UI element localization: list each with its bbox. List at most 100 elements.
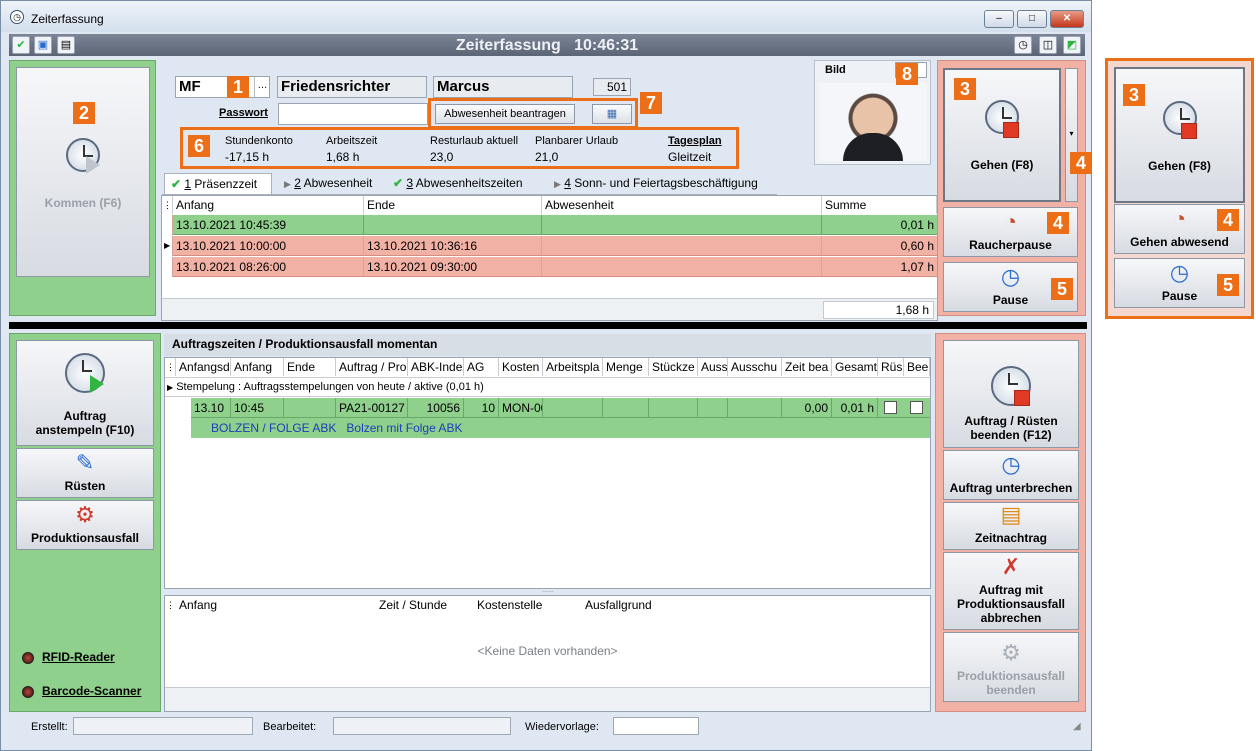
column-header[interactable]: Anfang: [173, 196, 364, 214]
barcode-scanner-link[interactable]: Barcode-Scanner: [22, 684, 141, 698]
column-header[interactable]: Auss: [698, 358, 728, 376]
column-header[interactable]: Kostenstelle: [474, 596, 582, 614]
kommen-button[interactable]: Kommen (F6): [16, 67, 150, 277]
column-header[interactable]: Anfang: [231, 358, 284, 376]
column-header[interactable]: Summe: [822, 196, 937, 214]
table-row[interactable]: 13.10.2021 10:45:39 0,01 h: [162, 215, 937, 235]
raucherpause-label: Raucherpause: [969, 238, 1052, 252]
play-icon: [86, 156, 100, 174]
column-header[interactable]: Zeit / Stunde: [376, 596, 474, 614]
column-header[interactable]: Abwesenheit: [542, 196, 822, 214]
column-header[interactable]: Rüs: [878, 358, 904, 376]
column-header[interactable]: Kosten: [499, 358, 543, 376]
toolbar: ✔ ▣ ▤ Zeiterfassung 10:46:31 ◷ ◫ ◩: [9, 34, 1085, 56]
group-row[interactable]: ▶ Stempelung : Auftragsstempelungen von …: [165, 377, 930, 397]
firstname-field: Marcus: [433, 76, 573, 98]
column-menu-icon[interactable]: ⋮: [165, 596, 176, 614]
auftrag-abbrechen-button[interactable]: ✗ Auftrag mit Produktionsausfall abbrech…: [943, 552, 1079, 630]
callout-gehen-label: Gehen (F8): [1148, 159, 1211, 173]
table-row[interactable]: 13.10.2021 08:26:00 13.10.2021 09:30:00 …: [162, 257, 937, 277]
badge-7: 7: [640, 92, 662, 114]
ruesten-button[interactable]: ✎ Rüsten: [16, 448, 154, 498]
stat-value: Gleitzeit: [668, 150, 712, 164]
callout-gehen-abwesend-label: Gehen abwesend: [1130, 235, 1229, 249]
beendet-checkbox[interactable]: [910, 401, 923, 414]
group-label: Stempelung : Auftragsstempelungen von he…: [176, 381, 484, 393]
column-header[interactable]: Arbeitspla: [543, 358, 603, 376]
cell-start: 10:45: [231, 398, 284, 418]
column-header[interactable]: Ausfallgrund: [582, 596, 732, 614]
section-divider: [9, 322, 1087, 329]
auftrag-beenden-button[interactable]: Auftrag / Rüsten beenden (F12): [943, 340, 1079, 448]
ruesten-checkbox[interactable]: [884, 401, 897, 414]
order-subtitle: BOLZEN / FOLGE ABK: [211, 421, 337, 435]
pa-beenden-label: Produktionsausfall beenden: [956, 669, 1066, 697]
lookup-button[interactable]: …: [254, 77, 270, 97]
export-icon[interactable]: ◩: [1063, 36, 1081, 54]
employee-photo: [819, 83, 927, 161]
cell-gesamt: 0,01 h: [832, 398, 878, 418]
box-icon[interactable]: ◫: [1039, 36, 1057, 54]
window-title: Zeiterfassung: [31, 12, 104, 26]
gear-error-icon: ⚙: [1001, 640, 1021, 665]
stat-value: 1,68 h: [326, 150, 360, 164]
column-header[interactable]: Zeit bea: [782, 358, 832, 376]
resize-grip-icon[interactable]: ◢: [1073, 721, 1081, 732]
stat-value: -17,15 h: [225, 150, 270, 164]
table-row[interactable]: 13.10 10:45 PA21-00127 10056 10 MON-00 0…: [191, 398, 930, 418]
column-header[interactable]: Bee: [904, 358, 930, 376]
stop-icon: [1003, 122, 1019, 138]
column-header[interactable]: Ende: [364, 196, 542, 214]
close-button[interactable]: ✕: [1050, 10, 1084, 28]
badge-3: 3: [1123, 84, 1145, 106]
column-header[interactable]: Anfang: [176, 596, 376, 614]
callout-pause-label: Pause: [1161, 289, 1198, 303]
auftrag-unterbrechen-button[interactable]: ◷ Auftrag unterbrechen: [943, 450, 1079, 500]
minimize-button[interactable]: –: [984, 10, 1014, 28]
tab-abwesenheitszeiten[interactable]: ✔ 3 Abwesenheitszeiten: [393, 173, 523, 194]
zeitnachtrag-button[interactable]: ▤ Zeitnachtrag: [943, 502, 1079, 550]
table-row[interactable]: ▶ 13.10.2021 10:00:00 13.10.2021 10:36:1…: [162, 236, 937, 256]
stat-label: Arbeitszeit: [326, 135, 378, 147]
order-subrow[interactable]: BOLZEN / FOLGE ABK Bolzen mit Folge ABK: [191, 418, 930, 438]
tools-icon: ✎: [75, 450, 95, 475]
badge-5: 5: [1051, 278, 1073, 300]
column-header[interactable]: Gesamt: [832, 358, 878, 376]
column-header[interactable]: AG: [464, 358, 499, 376]
produktionsausfall-button[interactable]: ⚙ Produktionsausfall: [16, 500, 154, 550]
produktionsausfall-beenden-button[interactable]: ⚙ Produktionsausfall beenden: [943, 632, 1079, 702]
cell-ende: 13.10.2021 09:30:00: [364, 257, 542, 277]
auftrag-anstempeln-button[interactable]: Auftrag anstempeln (F10): [16, 340, 154, 446]
grid-footer: 1,68 h: [162, 298, 937, 320]
column-header[interactable]: Ende: [284, 358, 336, 376]
status-led-icon: [22, 651, 34, 664]
column-header[interactable]: ABK-Index: [408, 358, 464, 376]
pause-label: Pause: [992, 293, 1029, 307]
stat-label: Stundenkonto: [225, 135, 293, 147]
maximize-button[interactable]: □: [1017, 10, 1047, 28]
badge-3: 3: [954, 78, 976, 100]
tagesplan-link[interactable]: Tagesplan: [668, 135, 722, 147]
column-header[interactable]: Anfangsd: [176, 358, 231, 376]
splitter-handle[interactable]: ......: [536, 587, 560, 594]
gehen-dropdown[interactable]: ▾: [1065, 68, 1078, 202]
column-header[interactable]: Ausschu: [728, 358, 782, 376]
check-icon: ✔: [393, 176, 404, 190]
employee-number: 501: [593, 78, 631, 96]
expand-icon[interactable]: ▶: [167, 383, 173, 392]
column-header[interactable]: Stückze: [649, 358, 698, 376]
clock-icon[interactable]: ◷: [1014, 36, 1032, 54]
rfid-reader-link[interactable]: RFID-Reader: [22, 650, 115, 664]
column-menu-icon[interactable]: ⋮: [162, 196, 173, 214]
ruesten-label: Rüsten: [64, 479, 106, 493]
tab-sonn-feiertag[interactable]: ▶ 4 Sonn- und Feiertagsbeschäftigung: [554, 173, 758, 194]
cell-abk: 10056: [408, 398, 464, 418]
column-header[interactable]: Menge: [603, 358, 649, 376]
tab-praesenzzeit[interactable]: ✔ 1 Präsenzzeit: [164, 173, 272, 194]
password-label[interactable]: Passwort: [219, 107, 268, 119]
arrow-icon: ▶: [284, 179, 291, 189]
tab-abwesenheit[interactable]: ▶ 2 Abwesenheit: [284, 173, 372, 194]
password-input[interactable]: [278, 103, 428, 125]
column-header[interactable]: Auftrag / Pro: [336, 358, 408, 376]
column-menu-icon[interactable]: ⋮: [165, 358, 176, 376]
